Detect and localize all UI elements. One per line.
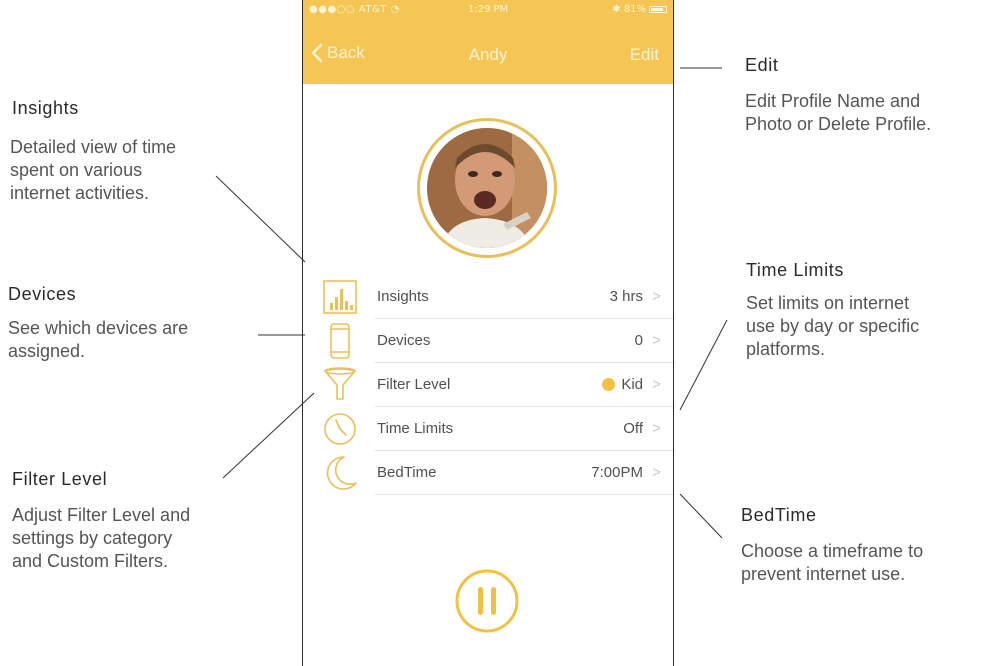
- menu-row-devices[interactable]: Devices 0 >: [303, 319, 673, 363]
- annotation-devices-title: Devices: [8, 284, 77, 304]
- battery-percent: ✱ 81%: [612, 4, 646, 15]
- edit-button[interactable]: Edit: [630, 45, 659, 65]
- avatar: [427, 128, 547, 248]
- phone-screen: ●●●○○ AT&T ◔ 1:29 PM ✱ 81% Back Andy Edi…: [302, 0, 674, 666]
- clock-icon: [324, 413, 356, 445]
- profile-photo: [427, 128, 547, 248]
- battery-status: ✱ 81%: [612, 4, 667, 15]
- annotation-filter-level-title: Filter Level: [12, 469, 108, 489]
- pause-button[interactable]: [454, 568, 520, 634]
- menu-value-devices: 0: [634, 332, 643, 349]
- annotation-line: internet activities.: [10, 183, 150, 203]
- chevron-right-icon: >: [652, 332, 661, 349]
- annotation-line: settings by category: [12, 528, 173, 548]
- menu-label-devices: Devices: [377, 332, 431, 349]
- menu-row-filter-level[interactable]: Filter Level Kid >: [303, 363, 673, 407]
- annotation-devices-body: See which devices are assigned.: [8, 317, 188, 363]
- page-title: Andy: [468, 45, 508, 64]
- annotation-line: Photo or Delete Profile.: [745, 114, 932, 134]
- annotation-edit-title: Edit: [745, 55, 779, 75]
- menu-label-time-limits: Time Limits: [377, 420, 454, 437]
- profile-avatar-ring[interactable]: [417, 118, 557, 258]
- phone-device-icon: [330, 323, 350, 359]
- annotation-time-limits-title: Time Limits: [746, 260, 844, 280]
- annotation-line: platforms.: [746, 339, 826, 359]
- annotation-line: See which devices are: [8, 318, 189, 338]
- chevron-right-icon: >: [652, 288, 661, 305]
- menu-value-insights: 3 hrs: [609, 288, 643, 305]
- filter-level-value: Kid: [621, 376, 643, 393]
- annotation-line: spent on various: [10, 160, 143, 180]
- menu-value-time-limits: Off: [623, 420, 643, 437]
- moon-icon: [326, 456, 357, 490]
- annotation-insights-title: Insights: [12, 98, 79, 118]
- menu-row-bedtime[interactable]: BedTime 7:00PM >: [303, 451, 673, 495]
- chevron-right-icon: >: [652, 376, 661, 393]
- annotation-bedtime-body: Choose a timeframe to prevent internet u…: [741, 540, 923, 586]
- menu-value-filter-level: Kid: [602, 376, 643, 393]
- annotation-line: Adjust Filter Level and: [12, 505, 191, 525]
- annotation-time-limits-body: Set limits on internet use by day or spe…: [746, 292, 919, 361]
- annotation-line: Set limits on internet: [746, 293, 910, 313]
- annotation-line: assigned.: [8, 341, 86, 361]
- status-bar: ●●●○○ AT&T ◔ 1:29 PM ✱ 81%: [303, 0, 673, 20]
- annotation-line: use by day or specific: [746, 316, 920, 336]
- menu-label-insights: Insights: [377, 288, 429, 305]
- annotation-line: Choose a timeframe to: [741, 541, 924, 561]
- annotation-insights-body: Detailed view of time spent on various i…: [10, 136, 176, 205]
- nav-bar: ●●●○○ AT&T ◔ 1:29 PM ✱ 81% Back Andy Edi…: [303, 0, 673, 84]
- annotation-edit-body: Edit Profile Name and Photo or Delete Pr…: [745, 90, 931, 136]
- annotation-bedtime-title: BedTime: [741, 505, 817, 525]
- bar-chart-icon: [323, 280, 357, 314]
- filter-level-dot: [602, 378, 616, 391]
- annotation-filter-level-body: Adjust Filter Level and settings by cate…: [12, 504, 190, 573]
- row-divider: [375, 494, 673, 495]
- menu-label-bedtime: BedTime: [377, 464, 437, 481]
- menu-row-insights[interactable]: Insights 3 hrs >: [303, 275, 673, 319]
- menu-label-filter-level: Filter Level: [377, 376, 451, 393]
- chevron-right-icon: >: [652, 420, 661, 437]
- annotation-line: Edit Profile Name and: [745, 91, 921, 111]
- menu-value-bedtime: 7:00PM: [591, 464, 643, 481]
- menu-row-time-limits[interactable]: Time Limits Off >: [303, 407, 673, 451]
- annotation-line: prevent internet use.: [741, 564, 906, 584]
- chevron-right-icon: >: [652, 464, 661, 481]
- battery-icon: [649, 6, 667, 13]
- funnel-filter-icon: [324, 367, 356, 400]
- annotation-line: and Custom Filters.: [12, 551, 169, 571]
- annotation-line: Detailed view of time: [10, 137, 177, 157]
